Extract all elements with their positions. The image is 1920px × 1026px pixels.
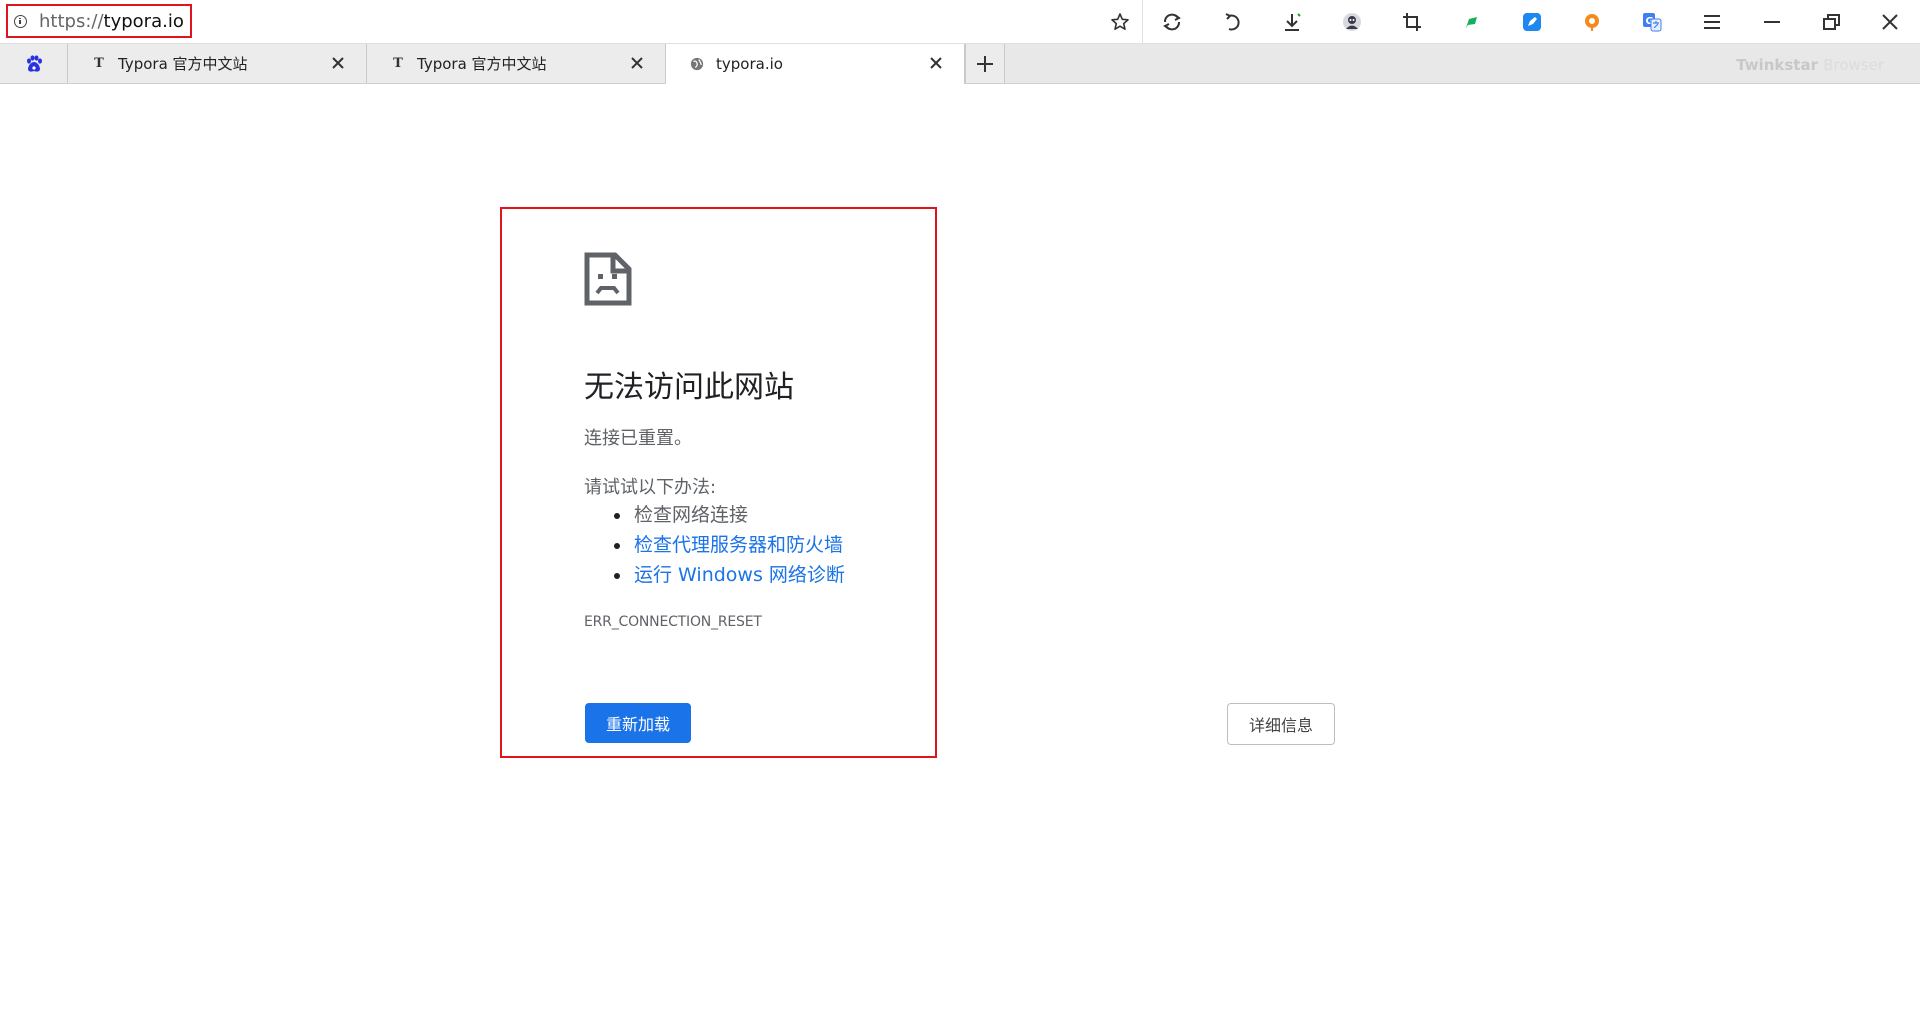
minimize-icon[interactable]	[1758, 8, 1786, 36]
crop-icon[interactable]	[1398, 8, 1426, 36]
undo-icon[interactable]	[1218, 8, 1246, 36]
close-tab-icon[interactable]	[928, 55, 944, 71]
user-avatar-icon[interactable]	[1338, 8, 1366, 36]
error-code: ERR_CONNECTION_RESET	[584, 614, 762, 630]
url-scheme: https://	[39, 10, 104, 32]
tab-typora-cn-2[interactable]: T Typora 官方中文站	[367, 44, 666, 83]
close-window-icon[interactable]	[1876, 8, 1904, 36]
tab-title: typora.io	[716, 55, 783, 73]
tab-typora-cn-1[interactable]: T Typora 官方中文站	[68, 44, 367, 83]
green-flag-extension-icon[interactable]	[1458, 8, 1486, 36]
suggestions-list: 检查网络连接 检查代理服务器和防火墙 运行 Windows 网络诊断	[584, 500, 845, 590]
details-button[interactable]: 详细信息	[1227, 703, 1335, 745]
orange-extension-icon[interactable]	[1578, 8, 1606, 36]
tab-baidu[interactable]	[0, 44, 68, 83]
typora-favicon: T	[393, 56, 403, 71]
tab-typora-io[interactable]: typora.io	[666, 44, 965, 84]
globe-icon	[690, 57, 704, 71]
browser-brand: Twinkstar Browser	[1736, 56, 1884, 74]
tab-title: Typora 官方中文站	[118, 55, 248, 73]
download-icon[interactable]	[1278, 8, 1306, 36]
error-subtitle: 连接已重置。	[584, 428, 692, 449]
suggestion-check-proxy-link[interactable]: 检查代理服务器和防火墙	[614, 530, 845, 560]
reload-button[interactable]: 重新加载	[585, 703, 691, 743]
close-tab-icon[interactable]	[629, 55, 645, 71]
new-tab-button[interactable]	[965, 44, 1005, 83]
url-text[interactable]: https://typora.io	[39, 11, 184, 32]
address-bar[interactable]: https://typora.io	[6, 4, 192, 38]
menu-icon[interactable]	[1698, 8, 1726, 36]
tab-strip: T Typora 官方中文站 T Typora 官方中文站 typora.io …	[0, 44, 1920, 84]
suggestion-run-diagnostics-link[interactable]: 运行 Windows 网络诊断	[614, 560, 845, 590]
tab-title: Typora 官方中文站	[417, 55, 547, 73]
error-title: 无法访问此网站	[584, 370, 794, 405]
url-host: typora.io	[103, 10, 184, 32]
error-highlight-box	[500, 207, 937, 758]
typora-favicon: T	[94, 56, 104, 71]
toolbar-separator	[1142, 0, 1143, 44]
bookmark-star-icon[interactable]	[1106, 8, 1134, 36]
suggestion-check-connection: 检查网络连接	[614, 500, 845, 530]
brand-name: Twinkstar	[1736, 56, 1818, 74]
restore-icon[interactable]	[1818, 8, 1846, 36]
suggestions-heading: 请试试以下办法:	[584, 477, 717, 498]
baidu-paw-icon	[24, 54, 44, 74]
site-info-icon[interactable]	[14, 14, 27, 28]
brand-suffix: Browser	[1823, 56, 1884, 74]
browser-toolbar: https://typora.io G	[0, 0, 1920, 44]
sad-page-icon	[584, 252, 632, 310]
translate-extension-icon[interactable]: G	[1638, 8, 1666, 36]
blue-note-extension-icon[interactable]	[1518, 8, 1546, 36]
close-tab-icon[interactable]	[330, 55, 346, 71]
sync-icon[interactable]	[1158, 8, 1186, 36]
plus-icon	[975, 54, 995, 74]
